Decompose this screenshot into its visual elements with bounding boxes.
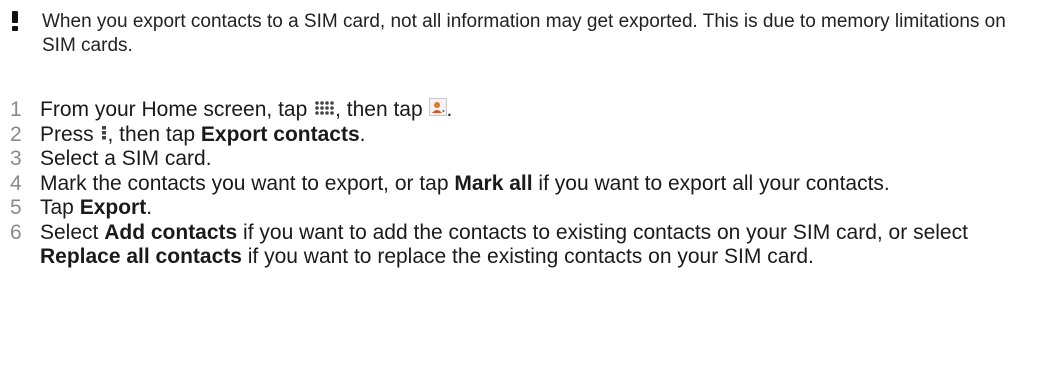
step-number: 6 bbox=[10, 220, 22, 244]
export-contacts-label: Export contacts bbox=[200, 122, 360, 146]
step-text: Press , then tap Export contacts. bbox=[40, 122, 366, 148]
export-label: Export bbox=[79, 196, 147, 220]
apps-grid-icon bbox=[313, 98, 335, 123]
step-1: 1 From your Home screen, tap , then tap bbox=[0, 98, 1051, 123]
step-number: 5 bbox=[10, 196, 22, 220]
exclamation-icon bbox=[8, 10, 40, 35]
step-number: 2 bbox=[10, 122, 22, 146]
step-text: Select Add contacts if you want to add t… bbox=[40, 220, 968, 269]
contacts-icon bbox=[428, 98, 447, 123]
menu-dots-icon bbox=[100, 123, 108, 148]
steps-list: 1 From your Home screen, tap , then tap bbox=[0, 98, 1051, 270]
add-contacts-label: Add contacts bbox=[104, 220, 238, 244]
step-5: 5 Tap Export. bbox=[0, 196, 1051, 221]
step-number: 3 bbox=[10, 147, 22, 171]
step-text: From your Home screen, tap , then tap . bbox=[40, 98, 453, 123]
step-number: 4 bbox=[10, 171, 22, 195]
step-6: 6 Select Add contacts if you want to add… bbox=[0, 221, 1051, 270]
mark-all-label: Mark all bbox=[454, 171, 533, 195]
step-text: Mark the contacts you want to export, or… bbox=[40, 171, 890, 195]
step-text: Tap Export. bbox=[40, 196, 153, 220]
step-4: 4 Mark the contacts you want to export, … bbox=[0, 172, 1051, 197]
step-3: 3 Select a SIM card. bbox=[0, 147, 1051, 172]
step-number: 1 bbox=[10, 98, 22, 121]
note-text: When you export contacts to a SIM card, … bbox=[42, 11, 1006, 56]
note: When you export contacts to a SIM card, … bbox=[8, 10, 1044, 58]
step-2: 2 Press , then tap Export contacts. bbox=[0, 123, 1051, 148]
replace-all-contacts-label: Replace all contacts bbox=[40, 245, 242, 269]
step-text: Select a SIM card. bbox=[40, 147, 212, 171]
